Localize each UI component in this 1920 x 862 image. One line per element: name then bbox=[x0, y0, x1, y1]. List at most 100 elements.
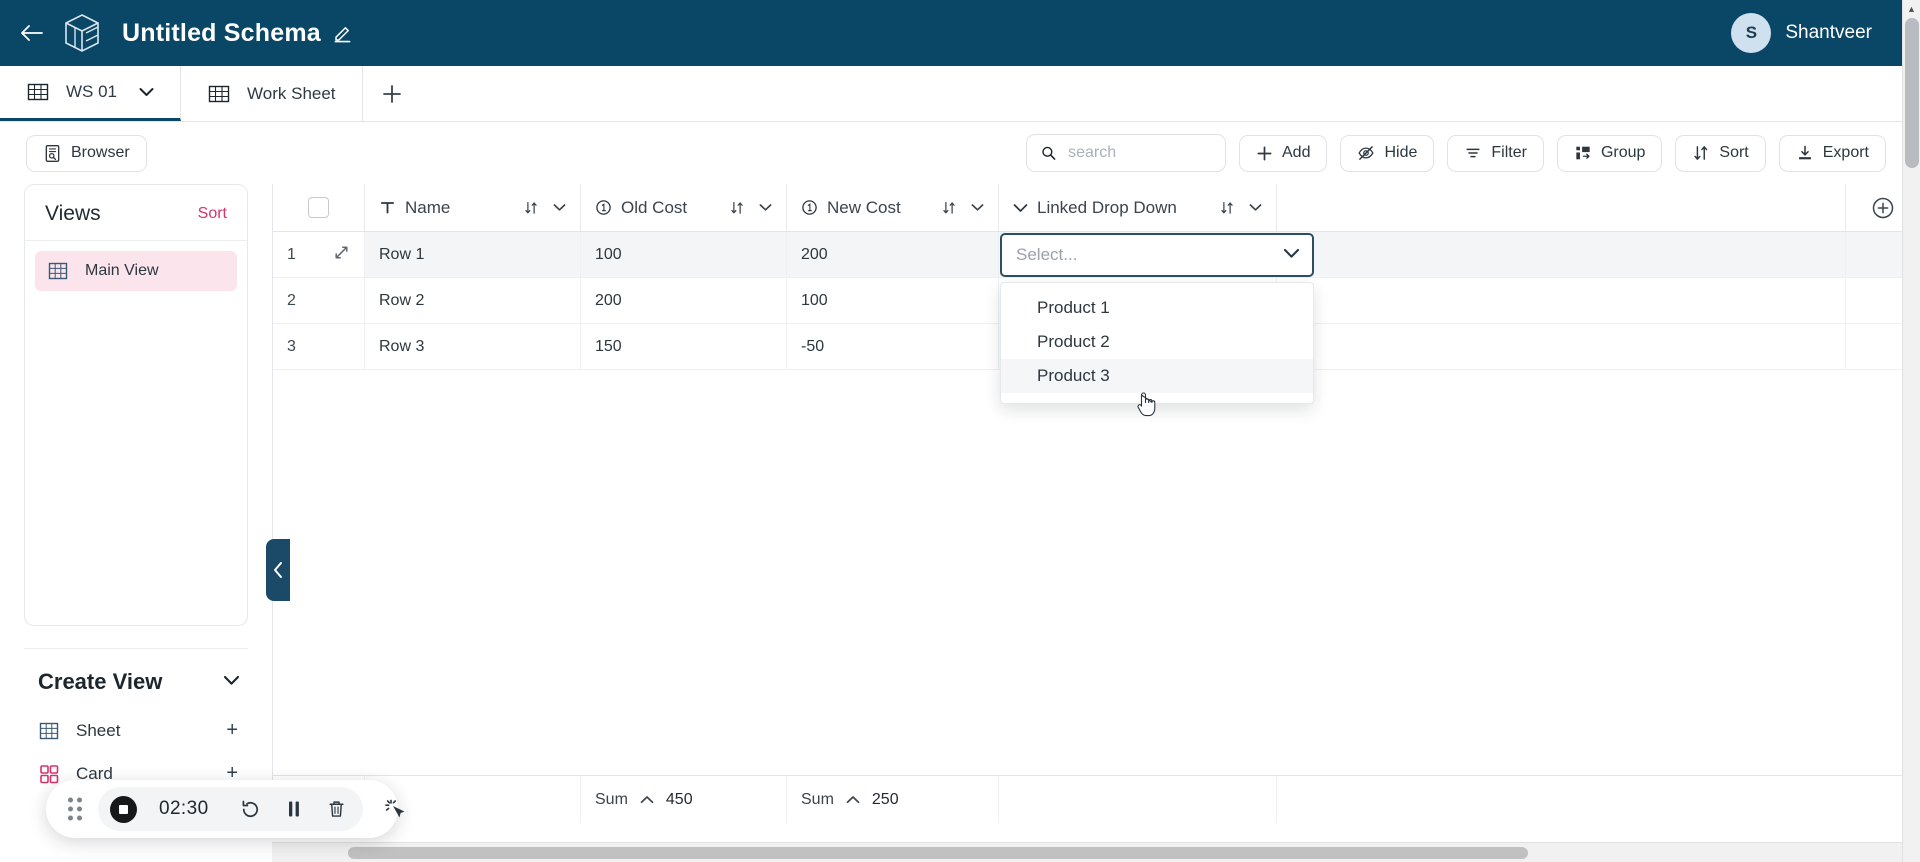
views-sort-link[interactable]: Sort bbox=[198, 205, 227, 223]
dropdown-option-product-2[interactable]: Product 2 bbox=[1001, 325, 1313, 359]
column-header-new-cost[interactable]: New Cost bbox=[787, 184, 999, 231]
sidebar-item-main-view[interactable]: Main View bbox=[35, 251, 237, 291]
cell-old-cost[interactable]: 150 bbox=[581, 324, 787, 369]
column-name-controls[interactable] bbox=[523, 200, 566, 216]
mouse-cursor bbox=[1136, 392, 1158, 423]
expand-row-icon[interactable] bbox=[333, 244, 350, 266]
grid-header-row: Name Old Cost New Cost Linked Drop Down bbox=[273, 184, 1920, 232]
cell-name[interactable]: Row 3 bbox=[365, 324, 581, 369]
select-all-checkbox[interactable] bbox=[308, 197, 329, 218]
row-number-cell[interactable]: 1 bbox=[273, 232, 365, 277]
restart-record-button[interactable] bbox=[239, 798, 262, 821]
cell-old-cost[interactable]: 100 bbox=[581, 232, 787, 277]
chevron-down-icon[interactable] bbox=[223, 673, 240, 691]
hide-button[interactable]: Hide bbox=[1340, 134, 1435, 172]
group-button[interactable]: Group bbox=[1556, 134, 1663, 172]
dropdown-option-product-1[interactable]: Product 1 bbox=[1001, 291, 1313, 325]
search-icon bbox=[1042, 146, 1056, 160]
cell-new-cost[interactable]: 200 bbox=[787, 232, 999, 277]
plus-icon bbox=[1257, 146, 1272, 160]
scroll-up-arrow[interactable]: ▲ bbox=[1903, 0, 1920, 18]
dropdown-option-product-3[interactable]: Product 3 bbox=[1001, 359, 1313, 393]
click-highlight-button[interactable] bbox=[383, 797, 407, 821]
search-box[interactable] bbox=[1026, 134, 1226, 172]
cell-name[interactable]: Row 2 bbox=[365, 278, 581, 323]
back-button[interactable] bbox=[14, 16, 48, 50]
linked-dropdown-menu[interactable]: Product 1 Product 2 Product 3 bbox=[1000, 282, 1314, 404]
hide-button-label: Hide bbox=[1384, 144, 1418, 161]
browser-icon bbox=[45, 144, 60, 162]
drag-handle-icon[interactable] bbox=[68, 797, 82, 821]
chevron-down-icon[interactable] bbox=[553, 203, 566, 212]
summary-new-cost[interactable]: Sum 250 bbox=[787, 776, 999, 823]
user-area[interactable]: S Shantveer bbox=[1731, 13, 1898, 53]
horizontal-scrollbar[interactable]: ▶ bbox=[272, 842, 1920, 862]
search-input[interactable] bbox=[1068, 144, 1211, 162]
row-number-cell[interactable]: 3 bbox=[273, 324, 365, 369]
filter-button[interactable]: Filter bbox=[1447, 134, 1544, 172]
summary-old-cost[interactable]: Sum 450 bbox=[581, 776, 787, 823]
select-all-cell[interactable] bbox=[273, 184, 365, 231]
summary-new-cost-value: 250 bbox=[871, 790, 899, 808]
tab-ws-01[interactable]: WS 01 bbox=[0, 66, 182, 121]
vertical-scrollbar[interactable]: ▲ bbox=[1902, 0, 1920, 862]
tab-work-sheet[interactable]: Work Sheet bbox=[181, 66, 363, 121]
chevron-down-icon[interactable] bbox=[1283, 246, 1300, 264]
create-view-header[interactable]: Create View bbox=[24, 653, 248, 709]
browser-button-label: Browser bbox=[71, 144, 130, 161]
cell-new-cost[interactable]: -50 bbox=[787, 324, 999, 369]
cell-linked-drop-down[interactable]: Select... Product 1 Product 2 Product 3 bbox=[999, 232, 1314, 404]
cell-name[interactable]: Row 1 bbox=[365, 232, 581, 277]
stop-record-button[interactable] bbox=[110, 795, 137, 823]
add-worksheet-button[interactable] bbox=[363, 66, 421, 121]
sidebar-collapse-handle[interactable] bbox=[266, 539, 290, 601]
add-button[interactable]: Add bbox=[1239, 134, 1328, 172]
sort-icon[interactable] bbox=[729, 200, 745, 216]
cell-new-cost[interactable]: 100 bbox=[787, 278, 999, 323]
chevron-up-icon[interactable] bbox=[640, 795, 654, 804]
page-title: Untitled Schema bbox=[122, 18, 321, 47]
sort-button[interactable]: Sort bbox=[1675, 134, 1766, 172]
column-new-cost-controls[interactable] bbox=[941, 200, 984, 216]
cell-old-cost[interactable]: 200 bbox=[581, 278, 787, 323]
row-number-cell[interactable]: 2 bbox=[273, 278, 365, 323]
chevron-down-icon[interactable] bbox=[1249, 203, 1262, 212]
sort-icon[interactable] bbox=[941, 200, 957, 216]
browser-button[interactable]: Browser bbox=[26, 134, 147, 172]
horizontal-scrollbar-thumb[interactable] bbox=[348, 846, 1528, 859]
column-old-cost-controls[interactable] bbox=[729, 200, 772, 216]
sort-icon[interactable] bbox=[523, 200, 539, 216]
column-header-old-cost[interactable]: Old Cost bbox=[581, 184, 787, 231]
chevron-down-icon[interactable] bbox=[759, 203, 772, 212]
chevron-down-icon[interactable] bbox=[139, 82, 154, 102]
create-view-sheet-add[interactable]: + bbox=[226, 719, 238, 742]
table-row[interactable]: 1 Row 1 100 200 Select... Product 1 Prod… bbox=[273, 232, 1920, 404]
column-header-name-label: Name bbox=[405, 197, 451, 217]
chevron-down-icon[interactable] bbox=[971, 203, 984, 212]
vertical-scrollbar-thumb[interactable] bbox=[1905, 18, 1919, 168]
create-view-sheet[interactable]: Sheet + bbox=[24, 709, 248, 752]
toolbar: Browser Add Hide bbox=[0, 122, 1920, 184]
screen-recorder-toolbar[interactable]: 02:30 bbox=[46, 780, 405, 838]
toolbar-actions: Add Hide Filter Group bbox=[1026, 134, 1886, 172]
create-view-panel: Create View Sheet + Card + bbox=[24, 648, 248, 795]
data-grid: Name Old Cost New Cost Linked Drop Down … bbox=[272, 184, 1920, 823]
filter-icon bbox=[1466, 148, 1480, 158]
chevron-left-icon bbox=[273, 562, 282, 578]
plus-icon bbox=[382, 84, 401, 103]
trash-icon bbox=[329, 801, 344, 817]
edit-title-button[interactable] bbox=[333, 24, 352, 43]
chevron-up-icon[interactable] bbox=[846, 795, 860, 804]
chevron-down-icon bbox=[1013, 203, 1028, 212]
sort-icon[interactable] bbox=[1219, 200, 1235, 216]
export-button[interactable]: Export bbox=[1778, 134, 1886, 172]
pause-record-button[interactable] bbox=[284, 798, 304, 820]
recorder-controls: 02:30 bbox=[98, 787, 363, 831]
delete-recording-button[interactable] bbox=[326, 798, 347, 820]
column-linked-controls[interactable] bbox=[1219, 200, 1262, 216]
column-header-name[interactable]: Name bbox=[365, 184, 581, 231]
avatar[interactable]: S bbox=[1731, 13, 1772, 53]
linked-dropdown-control[interactable]: Select... bbox=[1000, 233, 1314, 277]
column-header-linked-drop-down[interactable]: Linked Drop Down bbox=[999, 184, 1277, 231]
grid-icon bbox=[39, 722, 59, 739]
